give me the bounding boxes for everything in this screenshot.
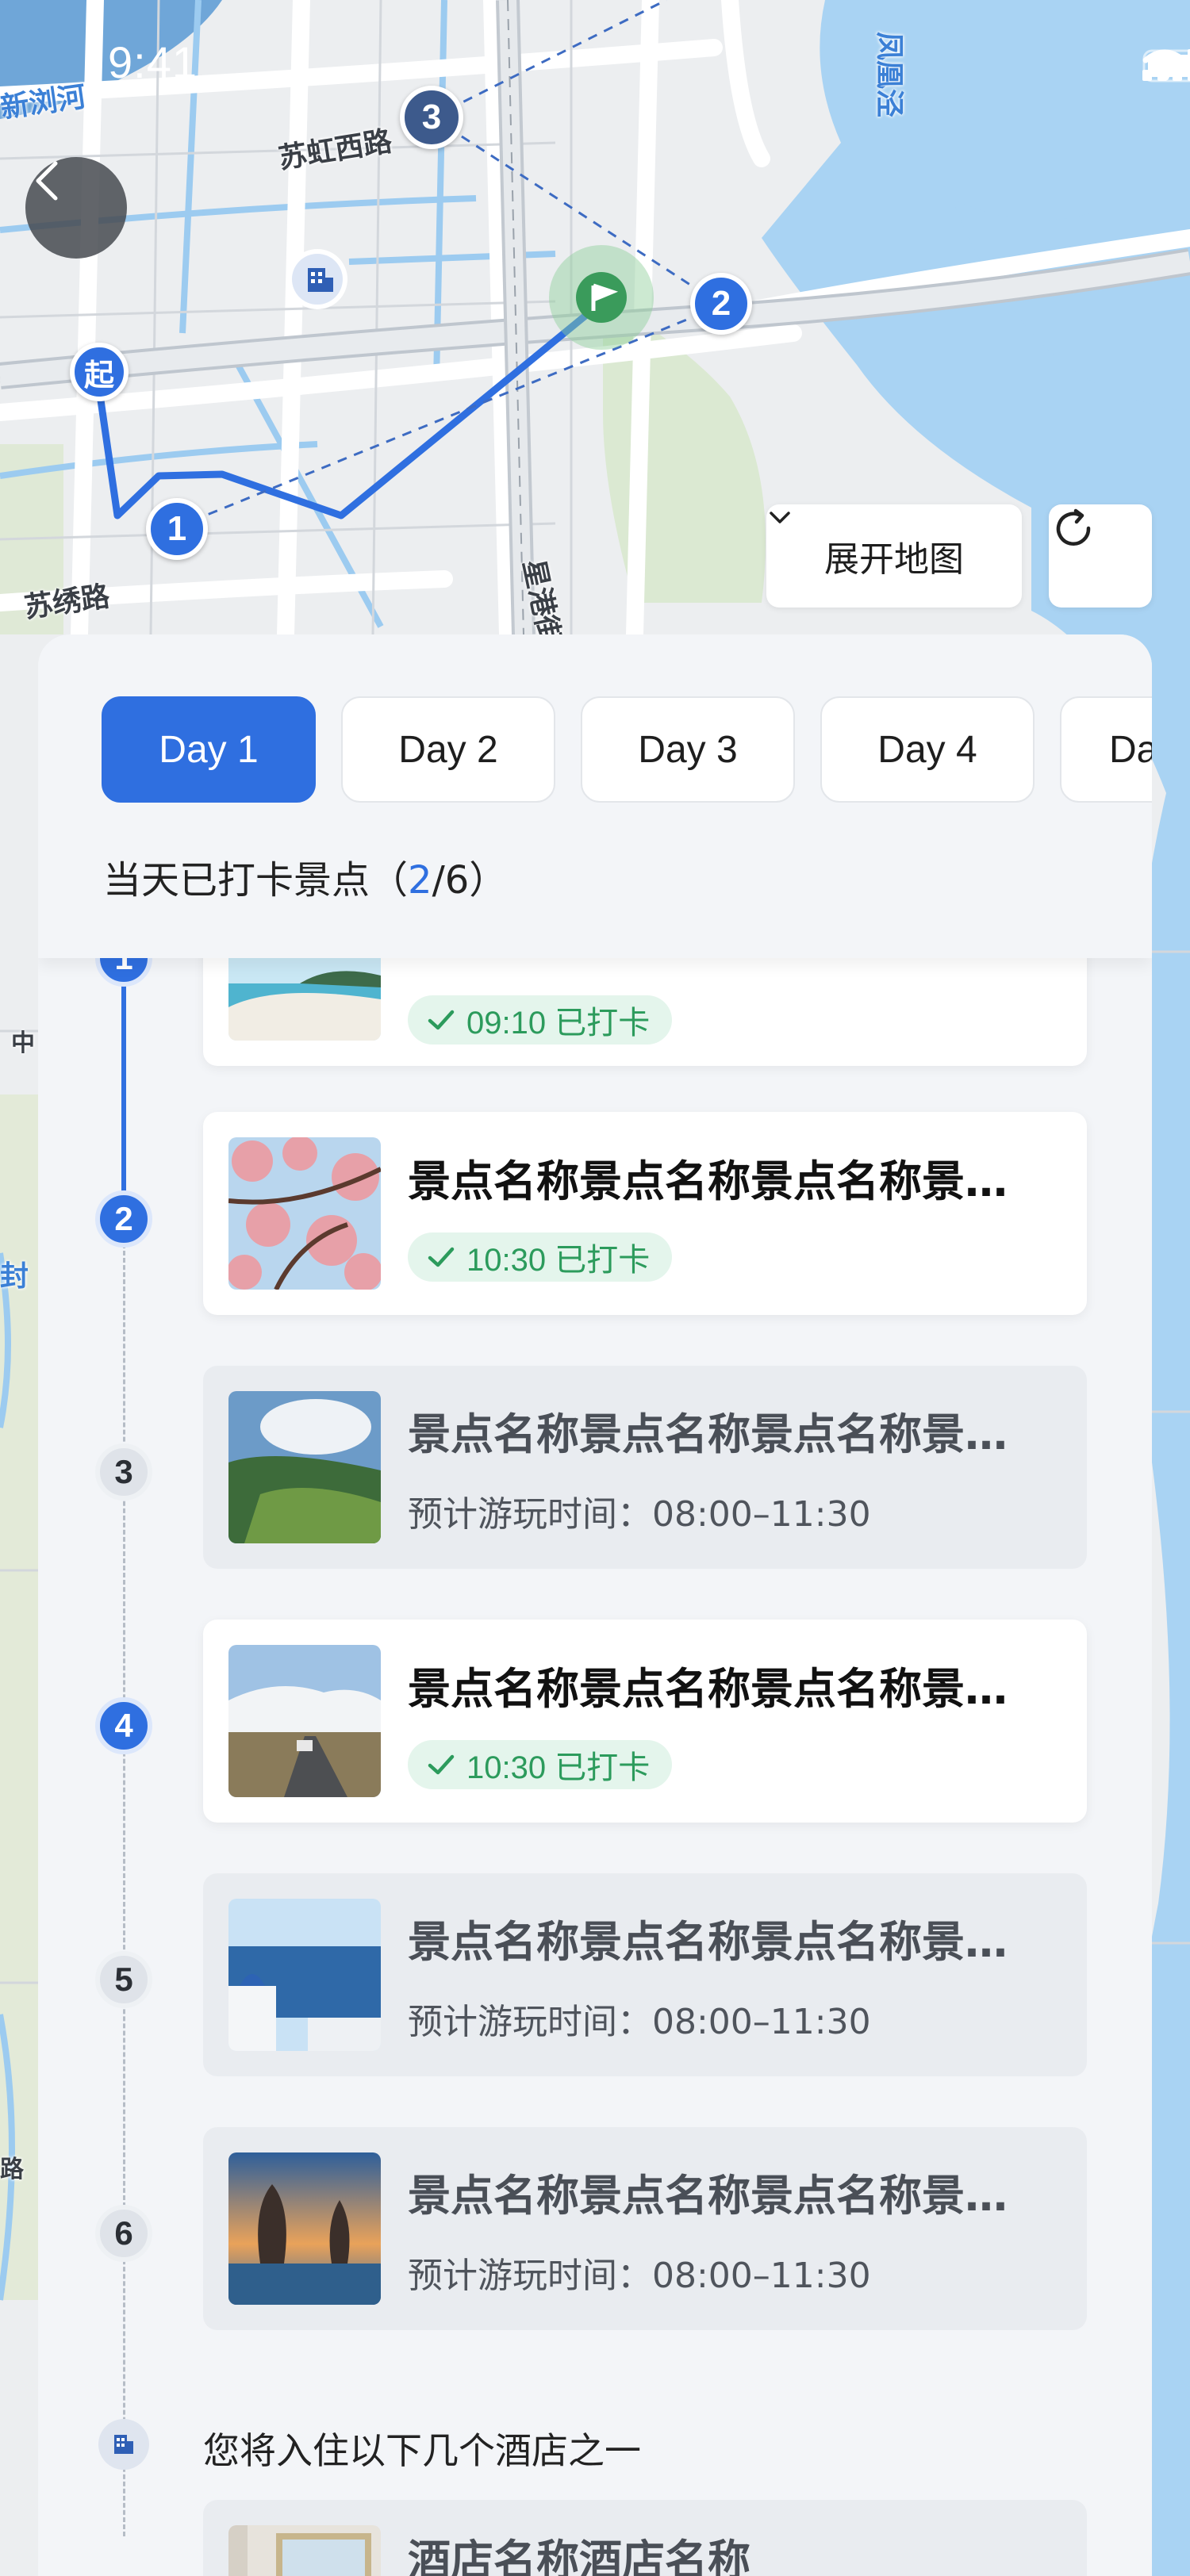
- refresh-icon: [1056, 508, 1091, 546]
- timeline-node-4-label: 4: [114, 1707, 133, 1744]
- timeline-line-pending: [123, 1244, 125, 2536]
- route-marker-1[interactable]: 1: [146, 498, 208, 560]
- tab-day-5[interactable]: Da: [1060, 696, 1152, 803]
- road-image: [228, 1645, 381, 1797]
- checked-badge-4-text: 10:30 已打卡: [466, 1750, 651, 1785]
- check-icon: [428, 1247, 455, 1267]
- valley-image: [228, 1391, 381, 1543]
- tab-day-3[interactable]: Day 3: [581, 696, 795, 803]
- refresh-button[interactable]: [1049, 504, 1152, 608]
- route-marker-2-label: 2: [711, 284, 731, 323]
- plan-time-3: 预计游玩时间：08:00–11:30: [408, 1493, 871, 1535]
- spot-title-5: 景点名称景点名称景点名称景点名称: [408, 1916, 1042, 1967]
- timeline-node-hotel: [98, 2419, 149, 2470]
- blossom-image: [228, 1137, 381, 1290]
- checked-badge-2: 10:30 已打卡: [408, 1232, 673, 1282]
- checkin-summary-prefix: 当天已打卡景点（: [103, 858, 409, 903]
- checked-badge-2-text: 10:30 已打卡: [466, 1242, 651, 1278]
- status-time: 9:41: [108, 37, 198, 87]
- status-bar: 9:41: [0, 0, 1190, 135]
- spot-thumb-5: [228, 1899, 381, 2051]
- back-arrow-icon: [36, 161, 58, 201]
- spot-card-3[interactable]: 景点名称景点名称景点名称景点名称 预计游玩时间：08:00–11:30: [203, 1366, 1087, 1569]
- hotel-card-body: 酒店名称酒店名称: [408, 2525, 1042, 2576]
- plan-time-5: 预计游玩时间：08:00–11:30: [408, 2001, 871, 2042]
- day-tabs: Day 1 Day 2 Day 3 Day 4 Da: [102, 696, 1152, 803]
- panel-header: Day 1 Day 2 Day 3 Day 4 Da 当天已打卡景点（2/6）: [38, 634, 1152, 958]
- timeline-node-6: 6: [95, 2205, 152, 2262]
- checked-badge-1-text: 09:10 已打卡: [466, 1006, 651, 1041]
- tab-day-1[interactable]: Day 1: [102, 696, 316, 803]
- hotel-icon: [114, 2435, 133, 2454]
- plan-time-6: 预计游玩时间：08:00–11:30: [408, 2255, 871, 2296]
- checkin-summary-suffix: ）: [469, 858, 508, 903]
- tab-day-4[interactable]: Day 4: [820, 696, 1035, 803]
- timeline-node-6-label: 6: [114, 2214, 133, 2252]
- hotel-thumb: [228, 2525, 381, 2576]
- hotel-room-image: [228, 2525, 381, 2576]
- checkin-total-count: 6: [444, 858, 470, 903]
- check-icon: [428, 1010, 455, 1030]
- hotel-title: 酒店名称酒店名称: [408, 2536, 750, 2576]
- itinerary-panel: Day 1 Day 2 Day 3 Day 4 Da 当天已打卡景点（2/6） …: [38, 634, 1152, 2576]
- route-marker-start[interactable]: 起: [70, 343, 129, 401]
- santorini-image: [228, 1899, 381, 2051]
- spot-card-4[interactable]: 景点名称景点名称景点名称景点名称 10:30 已打卡: [203, 1620, 1087, 1823]
- checkin-done-count: 2: [408, 858, 432, 903]
- timeline-line-done: [121, 958, 126, 1212]
- spot-card-5[interactable]: 景点名称景点名称景点名称景点名称 预计游玩时间：08:00–11:30: [203, 1873, 1087, 2076]
- expand-map-label: 展开地图: [824, 539, 964, 580]
- road-label-feng: 封: [0, 1260, 29, 1293]
- checkin-summary: 当天已打卡景点（2/6）: [103, 849, 507, 904]
- timeline-node-4: 4: [95, 1697, 152, 1754]
- check-icon: [428, 1754, 455, 1774]
- road-label-lu: 路: [0, 2156, 24, 2183]
- checkin-summary-sep: /: [432, 858, 445, 903]
- towers-image: [228, 2152, 381, 2305]
- timeline-node-2-label: 2: [114, 1200, 133, 1237]
- expand-map-button[interactable]: 展开地图: [766, 504, 1022, 608]
- timeline-node-5: 5: [95, 1951, 152, 2008]
- route-marker-start-label: 起: [83, 358, 114, 393]
- spot-card-6-body: 景点名称景点名称景点名称景点名称 预计游玩时间：08:00–11:30: [408, 2160, 1042, 2298]
- spot-title-6: 景点名称景点名称景点名称景点名称: [408, 2170, 1042, 2221]
- route-marker-2[interactable]: 2: [690, 273, 752, 335]
- spot-title-3: 景点名称景点名称景点名称景点名称: [408, 1409, 1042, 1459]
- spot-card-6[interactable]: 景点名称景点名称景点名称景点名称 预计游玩时间：08:00–11:30: [203, 2127, 1087, 2330]
- spot-card-2[interactable]: 景点名称景点名称景点名称景点名称 10:30 已打卡: [203, 1112, 1087, 1315]
- timeline-node-3: 3: [95, 1443, 152, 1501]
- timeline: 1 09:10 已打卡 2: [38, 863, 1152, 2576]
- spot-thumb-3: [228, 1391, 381, 1543]
- route-marker-1-label: 1: [167, 509, 187, 548]
- spot-card-5-body: 景点名称景点名称景点名称景点名称 预计游玩时间：08:00–11:30: [408, 1907, 1042, 2044]
- spot-thumb-2: [228, 1137, 381, 1290]
- spot-thumb-4: [228, 1645, 381, 1797]
- spot-title-2: 景点名称景点名称景点名称景点名称: [408, 1156, 1042, 1206]
- spot-card-3-body: 景点名称景点名称景点名称景点名称 预计游玩时间：08:00–11:30: [408, 1399, 1042, 1536]
- timeline-node-2: 2: [95, 1190, 152, 1248]
- chevron-down-icon: [770, 512, 790, 523]
- timeline-node-5-label: 5: [114, 1961, 133, 1998]
- spot-title-4: 景点名称景点名称景点名称景点名称: [408, 1663, 1042, 1714]
- road-label-zhong: 中: [11, 1029, 35, 1057]
- spot-card-2-body: 景点名称景点名称景点名称景点名称 10:30 已打卡: [408, 1146, 1042, 1282]
- back-button[interactable]: [25, 157, 127, 259]
- hotel-section-title: 您将入住以下几个酒店之一: [203, 2429, 641, 2472]
- spot-thumb-6: [228, 2152, 381, 2305]
- spot-card-4-body: 景点名称景点名称景点名称景点名称 10:30 已打卡: [408, 1654, 1042, 1789]
- battery-icon: [1142, 49, 1190, 82]
- hotel-card[interactable]: 酒店名称酒店名称: [203, 2500, 1087, 2576]
- tab-day-2[interactable]: Day 2: [341, 696, 555, 803]
- checked-badge-1: 09:10 已打卡: [408, 995, 673, 1045]
- checked-badge-4: 10:30 已打卡: [408, 1739, 673, 1789]
- timeline-node-3-label: 3: [114, 1453, 133, 1490]
